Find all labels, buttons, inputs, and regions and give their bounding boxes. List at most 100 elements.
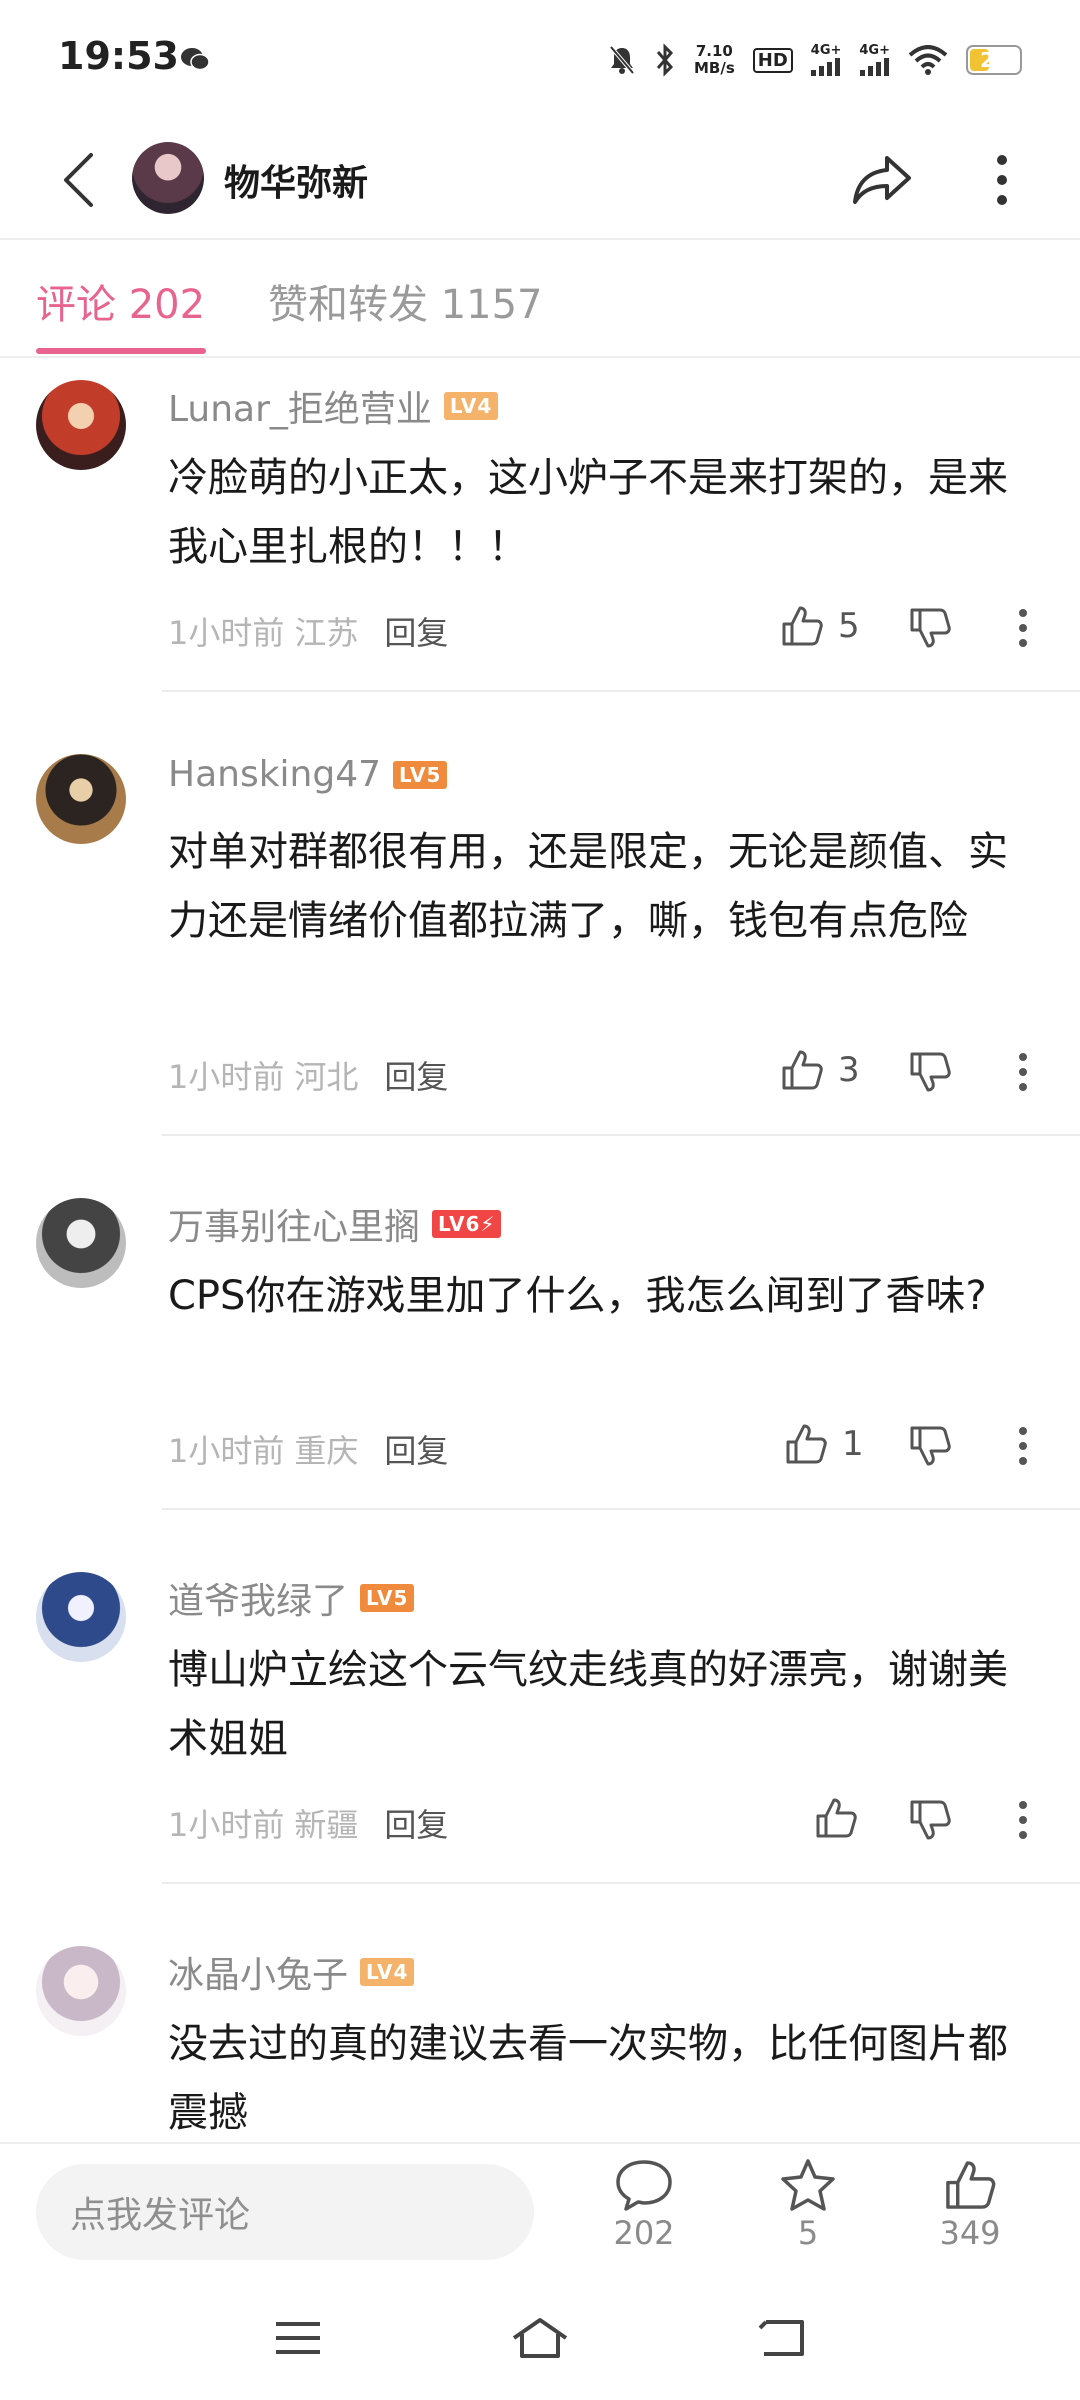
system-nav-bar — [0, 2278, 1080, 2400]
bluetooth-icon — [656, 43, 674, 77]
favorite-button[interactable]: 5 — [748, 2158, 868, 2252]
comment-input-placeholder: 点我发评论 — [70, 2195, 251, 2236]
comment-username[interactable]: 万事别往心里搁 — [168, 1198, 420, 1250]
wechat-icon — [181, 48, 210, 71]
like-button[interactable]: 5 — [780, 604, 860, 648]
comment-text: 博山炉立绘这个云气纹走线真的好漂亮，谢谢美术姐姐 — [168, 1647, 1008, 1762]
status-time: 19:53 — [58, 34, 179, 78]
tab-active-indicator — [36, 348, 206, 354]
like-button[interactable] — [814, 1796, 872, 1840]
comment-username[interactable]: Hansking47 — [168, 754, 381, 795]
thumbs-up-icon — [782, 606, 823, 646]
comment-time: 1小时前 — [168, 1806, 285, 1844]
author-avatar[interactable] — [132, 142, 204, 214]
page: 19:53 7.10 MB/s HD 4G+ 4G+ 21 物华弥新 评论 20… — [0, 0, 1080, 2400]
comment-location: 新疆 — [294, 1806, 359, 1844]
wifi-icon — [908, 45, 948, 75]
comment-more-icon[interactable] — [1018, 608, 1028, 648]
reply-button[interactable]: 回复 — [384, 1426, 448, 1472]
comment-username-row: 冰晶小兔子 LV4 — [168, 1946, 415, 1998]
comment-meta: 1小时前 河北 回复 — [168, 1052, 448, 1098]
comment-username[interactable]: Lunar_拒绝营业 — [168, 380, 432, 432]
divider — [162, 1508, 1080, 1510]
comment-text: 没去过的真的建议去看一次实物，比任何图片都震撼 — [168, 2021, 1008, 2136]
more-button[interactable] — [972, 142, 1032, 218]
page-title[interactable]: 物华弥新 — [224, 154, 368, 206]
thumbs-up-icon — [816, 1798, 857, 1838]
thumbs-up-icon — [782, 1050, 823, 1090]
signal-1-label: 4G+ — [810, 43, 842, 58]
user-avatar[interactable] — [36, 754, 126, 844]
status-bar: 19:53 7.10 MB/s HD 4G+ 4G+ 21 — [0, 0, 1080, 120]
comment-count-button[interactable]: 202 — [584, 2158, 704, 2252]
level-badge: LV4 — [443, 392, 499, 420]
thumbs-up-icon — [946, 2161, 996, 2209]
like-button[interactable]: 1 — [784, 1422, 864, 1466]
comment-location: 江苏 — [294, 614, 359, 652]
hd-badge: HD — [752, 47, 793, 73]
reply-button[interactable]: 回复 — [384, 608, 448, 654]
battery-level: 21 — [980, 48, 1008, 72]
net-speed: 7.10 MB/s — [694, 43, 735, 77]
level-badge: LV5 — [393, 760, 448, 789]
tab-comments[interactable]: 评论 202 — [36, 272, 205, 330]
comment-more-icon[interactable] — [1018, 1052, 1028, 1092]
back-nav-button[interactable] — [742, 2308, 822, 2368]
status-icons: 7.10 MB/s HD 4G+ 4G+ 21 — [608, 36, 1022, 84]
mute-bell-icon — [609, 45, 635, 75]
divider — [162, 690, 1080, 692]
thumbs-down-icon[interactable] — [908, 606, 952, 650]
comment-username[interactable]: 冰晶小兔子 — [168, 1946, 348, 1998]
comment-list[interactable]: Lunar_拒绝营业 LV4 冷脸萌的小正太，这小炉子不是来打架的，是来我心里扎… — [0, 360, 1080, 2142]
level-badge: LV5 — [360, 1584, 415, 1612]
like-post-button[interactable]: 349 — [910, 2158, 1030, 2252]
reply-button[interactable]: 回复 — [384, 1800, 448, 1846]
more-icon — [997, 155, 1007, 205]
comment-username[interactable]: 道爷我绿了 — [168, 1572, 348, 1624]
home-button[interactable] — [500, 2308, 580, 2368]
user-avatar[interactable] — [36, 380, 126, 470]
comment-meta: 1小时前 江苏 回复 — [168, 608, 448, 654]
thumbs-down-icon[interactable] — [908, 1424, 952, 1468]
signal-bars-icon — [811, 58, 841, 76]
like-count: 1 — [842, 1424, 864, 1464]
back-button[interactable] — [48, 142, 108, 218]
comment-time: 1小时前 — [168, 1432, 285, 1470]
comment-bubble-icon — [616, 2160, 672, 2211]
reply-button[interactable]: 回复 — [384, 1052, 448, 1098]
comment-text: 冷脸萌的小正太，这小炉子不是来打架的，是来我心里扎根的！！！ — [168, 455, 1008, 570]
tab-likes-reposts[interactable]: 赞和转发 1157 — [268, 272, 543, 330]
net-speed-value: 7.10 — [695, 42, 733, 60]
user-avatar[interactable] — [36, 1946, 126, 2036]
signal-2: 4G+ — [859, 44, 890, 76]
comment-text: 对单对群都很有用，还是限定，无论是颜值、实力还是情绪价值都拉满了，嘶，钱包有点危… — [168, 829, 1008, 944]
favorite-count: 5 — [797, 2214, 819, 2252]
comment-username-row: Hansking47 LV5 — [168, 754, 448, 795]
comment-text: CPS你在游戏里加了什么，我怎么闻到了香味? — [168, 1273, 987, 1319]
divider — [162, 1134, 1080, 1136]
thumbs-down-icon[interactable] — [908, 1798, 952, 1842]
comment-more-icon[interactable] — [1018, 1800, 1028, 1840]
comment-time: 1小时前 — [168, 1058, 285, 1096]
comment-meta: 1小时前 重庆 回复 — [168, 1426, 448, 1472]
home-icon — [512, 2318, 568, 2358]
user-avatar[interactable] — [36, 1572, 126, 1662]
back-icon — [64, 153, 93, 207]
divider — [162, 1882, 1080, 1884]
signal-bars-icon — [859, 58, 889, 76]
comment-input[interactable]: 点我发评论 — [36, 2164, 534, 2260]
comment-count: 202 — [613, 2214, 675, 2252]
like-button[interactable]: 3 — [780, 1048, 860, 1092]
thumbs-down-icon[interactable] — [908, 1050, 952, 1094]
menu-icon — [276, 2322, 320, 2354]
recent-apps-button[interactable] — [258, 2308, 338, 2368]
signal-2-label: 4G+ — [859, 43, 890, 58]
comment-location: 重庆 — [294, 1432, 359, 1470]
share-icon — [853, 156, 911, 204]
user-avatar[interactable] — [36, 1198, 126, 1288]
share-button[interactable] — [844, 142, 920, 218]
comment-more-icon[interactable] — [1018, 1426, 1028, 1466]
comment-username-row: Lunar_拒绝营业 LV4 — [168, 380, 499, 432]
level-badge: LV4 — [360, 1958, 415, 1986]
like-count: 5 — [838, 606, 860, 646]
